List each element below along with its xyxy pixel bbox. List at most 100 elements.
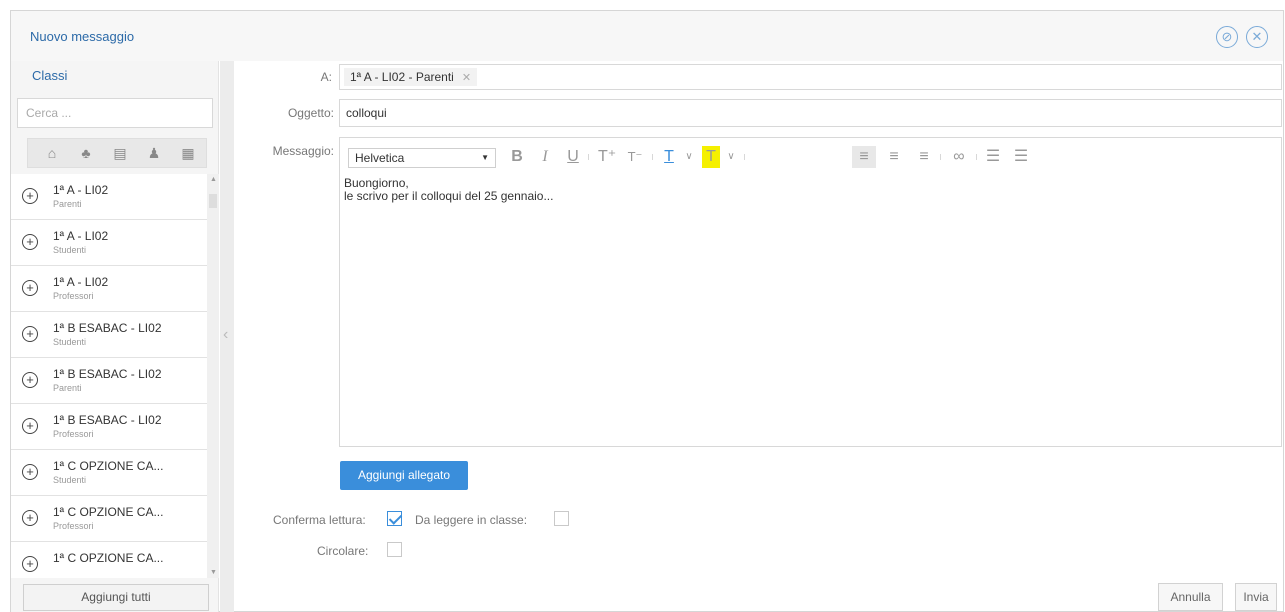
item-sub: Parenti xyxy=(53,383,82,393)
dialog-header: Nuovo messaggio ⊘ ✕ xyxy=(11,11,1283,61)
chevron-down-icon: ▼ xyxy=(481,153,489,162)
item-name: 1ª A - LI02 xyxy=(53,229,109,243)
item-name: 1ª B ESABAC - LI02 xyxy=(53,367,162,381)
confirm-read-label: Conferma lettura: xyxy=(273,513,366,527)
remove-recipient-icon[interactable]: ✕ xyxy=(462,72,471,84)
list-item[interactable]: +1ª A - LI02 Parenti xyxy=(11,174,207,220)
list-scrollbar[interactable]: ▲ ▼ xyxy=(207,174,219,578)
superscript-icon[interactable]: T⁺ xyxy=(598,146,616,168)
panel-splitter[interactable]: ‹ xyxy=(220,61,234,612)
add-circle-icon[interactable]: + xyxy=(22,188,38,204)
editor-toolbar: Helvetica ▼ B I U T⁺ T⁻ T ∨ T ∨ ≡ ≡ ≡ ∞ ☰… xyxy=(340,138,1281,176)
add-circle-icon[interactable]: + xyxy=(22,326,38,342)
sidebar-title: Classi xyxy=(32,68,68,83)
message-editor[interactable]: Helvetica ▼ B I U T⁺ T⁻ T ∨ T ∨ ≡ ≡ ≡ ∞ ☰… xyxy=(339,137,1282,447)
item-sub: Professori xyxy=(53,429,94,439)
toolbar-separator xyxy=(940,154,941,160)
collapse-chevron-icon[interactable]: ‹ xyxy=(223,326,228,344)
filter-bar: ⌂ ♣ ▤ ♟ ▦ xyxy=(27,138,207,168)
item-sub: Professori xyxy=(53,521,94,531)
card-icon[interactable]: ▤ xyxy=(110,145,130,161)
ordered-list-icon[interactable]: ☰ xyxy=(984,146,1002,168)
class-list: +1ª A - LI02 Parenti +1ª A - LI02 Studenti… xyxy=(11,174,219,578)
font-select[interactable]: Helvetica ▼ xyxy=(348,148,496,168)
list-item[interactable]: +1ª A - LI02 Studenti xyxy=(11,220,207,266)
message-label: Messaggio: xyxy=(272,144,334,158)
add-circle-icon[interactable]: + xyxy=(22,418,38,434)
subject-label: Oggetto: xyxy=(287,106,334,120)
dialog-title: Nuovo messaggio xyxy=(30,29,135,44)
list-item[interactable]: +1ª C OPZIONE CA... xyxy=(11,542,207,578)
close-icon[interactable]: ✕ xyxy=(1246,26,1268,48)
scroll-down-icon[interactable]: ▼ xyxy=(210,569,217,576)
grid-icon[interactable]: ▦ xyxy=(178,145,198,161)
add-circle-icon[interactable]: + xyxy=(22,556,38,572)
unordered-list-icon[interactable]: ☰ xyxy=(1012,146,1030,168)
read-in-class-label: Da leggere in classe: xyxy=(415,513,528,527)
add-circle-icon[interactable]: + xyxy=(22,510,38,526)
scroll-thumb[interactable] xyxy=(209,194,217,208)
align-center-icon[interactable]: ≡ xyxy=(882,146,906,168)
item-sub: Studenti xyxy=(53,337,87,347)
subject-input[interactable] xyxy=(339,99,1282,127)
item-sub: Parenti xyxy=(53,199,82,209)
confirm-read-checkbox[interactable] xyxy=(387,511,402,526)
recipient-chip: 1ª A - LI02 - Parenti ✕ xyxy=(344,68,478,86)
highlight-color-icon[interactable]: T xyxy=(702,146,720,168)
item-sub: Studenti xyxy=(53,475,87,485)
to-label: A: xyxy=(320,70,332,84)
new-message-dialog: Nuovo messaggio ⊘ ✕ Classi ⌂ ♣ ▤ ♟ ▦ +1ª… xyxy=(10,10,1284,612)
chevron-down-icon[interactable]: ∨ xyxy=(722,146,740,168)
read-in-class-checkbox[interactable] xyxy=(554,511,569,526)
item-name: 1ª A - LI02 xyxy=(53,183,109,197)
scroll-up-icon[interactable]: ▲ xyxy=(210,176,217,183)
item-name: 1ª C OPZIONE CA... xyxy=(53,551,164,565)
item-sub: Studenti xyxy=(53,245,87,255)
list-item[interactable]: +1ª B ESABAC - LI02 Professori xyxy=(11,404,207,450)
font-select-value: Helvetica xyxy=(355,151,405,165)
item-name: 1ª B ESABAC - LI02 xyxy=(53,413,162,427)
item-name: 1ª C OPZIONE CA... xyxy=(53,505,164,519)
search-input[interactable] xyxy=(17,98,213,128)
toolbar-separator xyxy=(652,154,653,160)
list-item[interactable]: +1ª A - LI02 Professori xyxy=(11,266,207,312)
message-body[interactable]: Buongiorno, le scrivo per il colloqui de… xyxy=(344,177,553,203)
group-icon[interactable]: ♣ xyxy=(76,145,96,161)
toolbar-separator xyxy=(976,154,977,160)
add-circle-icon[interactable]: + xyxy=(22,234,38,250)
circular-checkbox[interactable] xyxy=(387,542,402,557)
link-icon[interactable]: ∞ xyxy=(950,146,968,168)
bold-icon[interactable]: B xyxy=(508,146,526,168)
add-all-button[interactable]: Aggiungi tutti xyxy=(23,584,209,611)
item-sub: Professori xyxy=(53,291,94,301)
list-item[interactable]: +1ª B ESABAC - LI02 Studenti xyxy=(11,312,207,358)
add-circle-icon[interactable]: + xyxy=(22,280,38,296)
add-circle-icon[interactable]: + xyxy=(22,464,38,480)
text-color-icon[interactable]: T xyxy=(660,146,678,168)
underline-icon[interactable]: U xyxy=(564,146,582,168)
recipients-field[interactable]: 1ª A - LI02 - Parenti ✕ xyxy=(339,64,1282,90)
italic-icon[interactable]: I xyxy=(536,146,554,168)
item-name: 1ª A - LI02 xyxy=(53,275,109,289)
person-icon[interactable]: ♟ xyxy=(144,145,164,161)
school-icon[interactable]: ⌂ xyxy=(42,145,62,161)
send-button[interactable]: Invia xyxy=(1235,583,1277,611)
subscript-icon[interactable]: T⁻ xyxy=(626,146,644,168)
message-line: le scrivo per il colloqui del 25 gennaio… xyxy=(344,189,554,203)
align-left-icon[interactable]: ≡ xyxy=(852,146,876,168)
do-not-disturb-icon[interactable]: ⊘ xyxy=(1216,26,1238,48)
circular-label: Circolare: xyxy=(317,544,369,558)
align-right-icon[interactable]: ≡ xyxy=(912,146,936,168)
list-item[interactable]: +1ª B ESABAC - LI02 Parenti xyxy=(11,358,207,404)
cancel-button[interactable]: Annulla xyxy=(1158,583,1223,611)
toolbar-separator xyxy=(588,154,589,160)
add-circle-icon[interactable]: + xyxy=(22,372,38,388)
recipient-chip-label: 1ª A - LI02 - Parenti xyxy=(350,70,454,84)
item-name: 1ª C OPZIONE CA... xyxy=(53,459,164,473)
item-name: 1ª B ESABAC - LI02 xyxy=(53,321,162,335)
chevron-down-icon[interactable]: ∨ xyxy=(680,146,698,168)
list-item[interactable]: +1ª C OPZIONE CA... Studenti xyxy=(11,450,207,496)
list-item[interactable]: +1ª C OPZIONE CA... Professori xyxy=(11,496,207,542)
toolbar-separator xyxy=(744,154,745,160)
add-attachment-button[interactable]: Aggiungi allegato xyxy=(340,461,468,490)
